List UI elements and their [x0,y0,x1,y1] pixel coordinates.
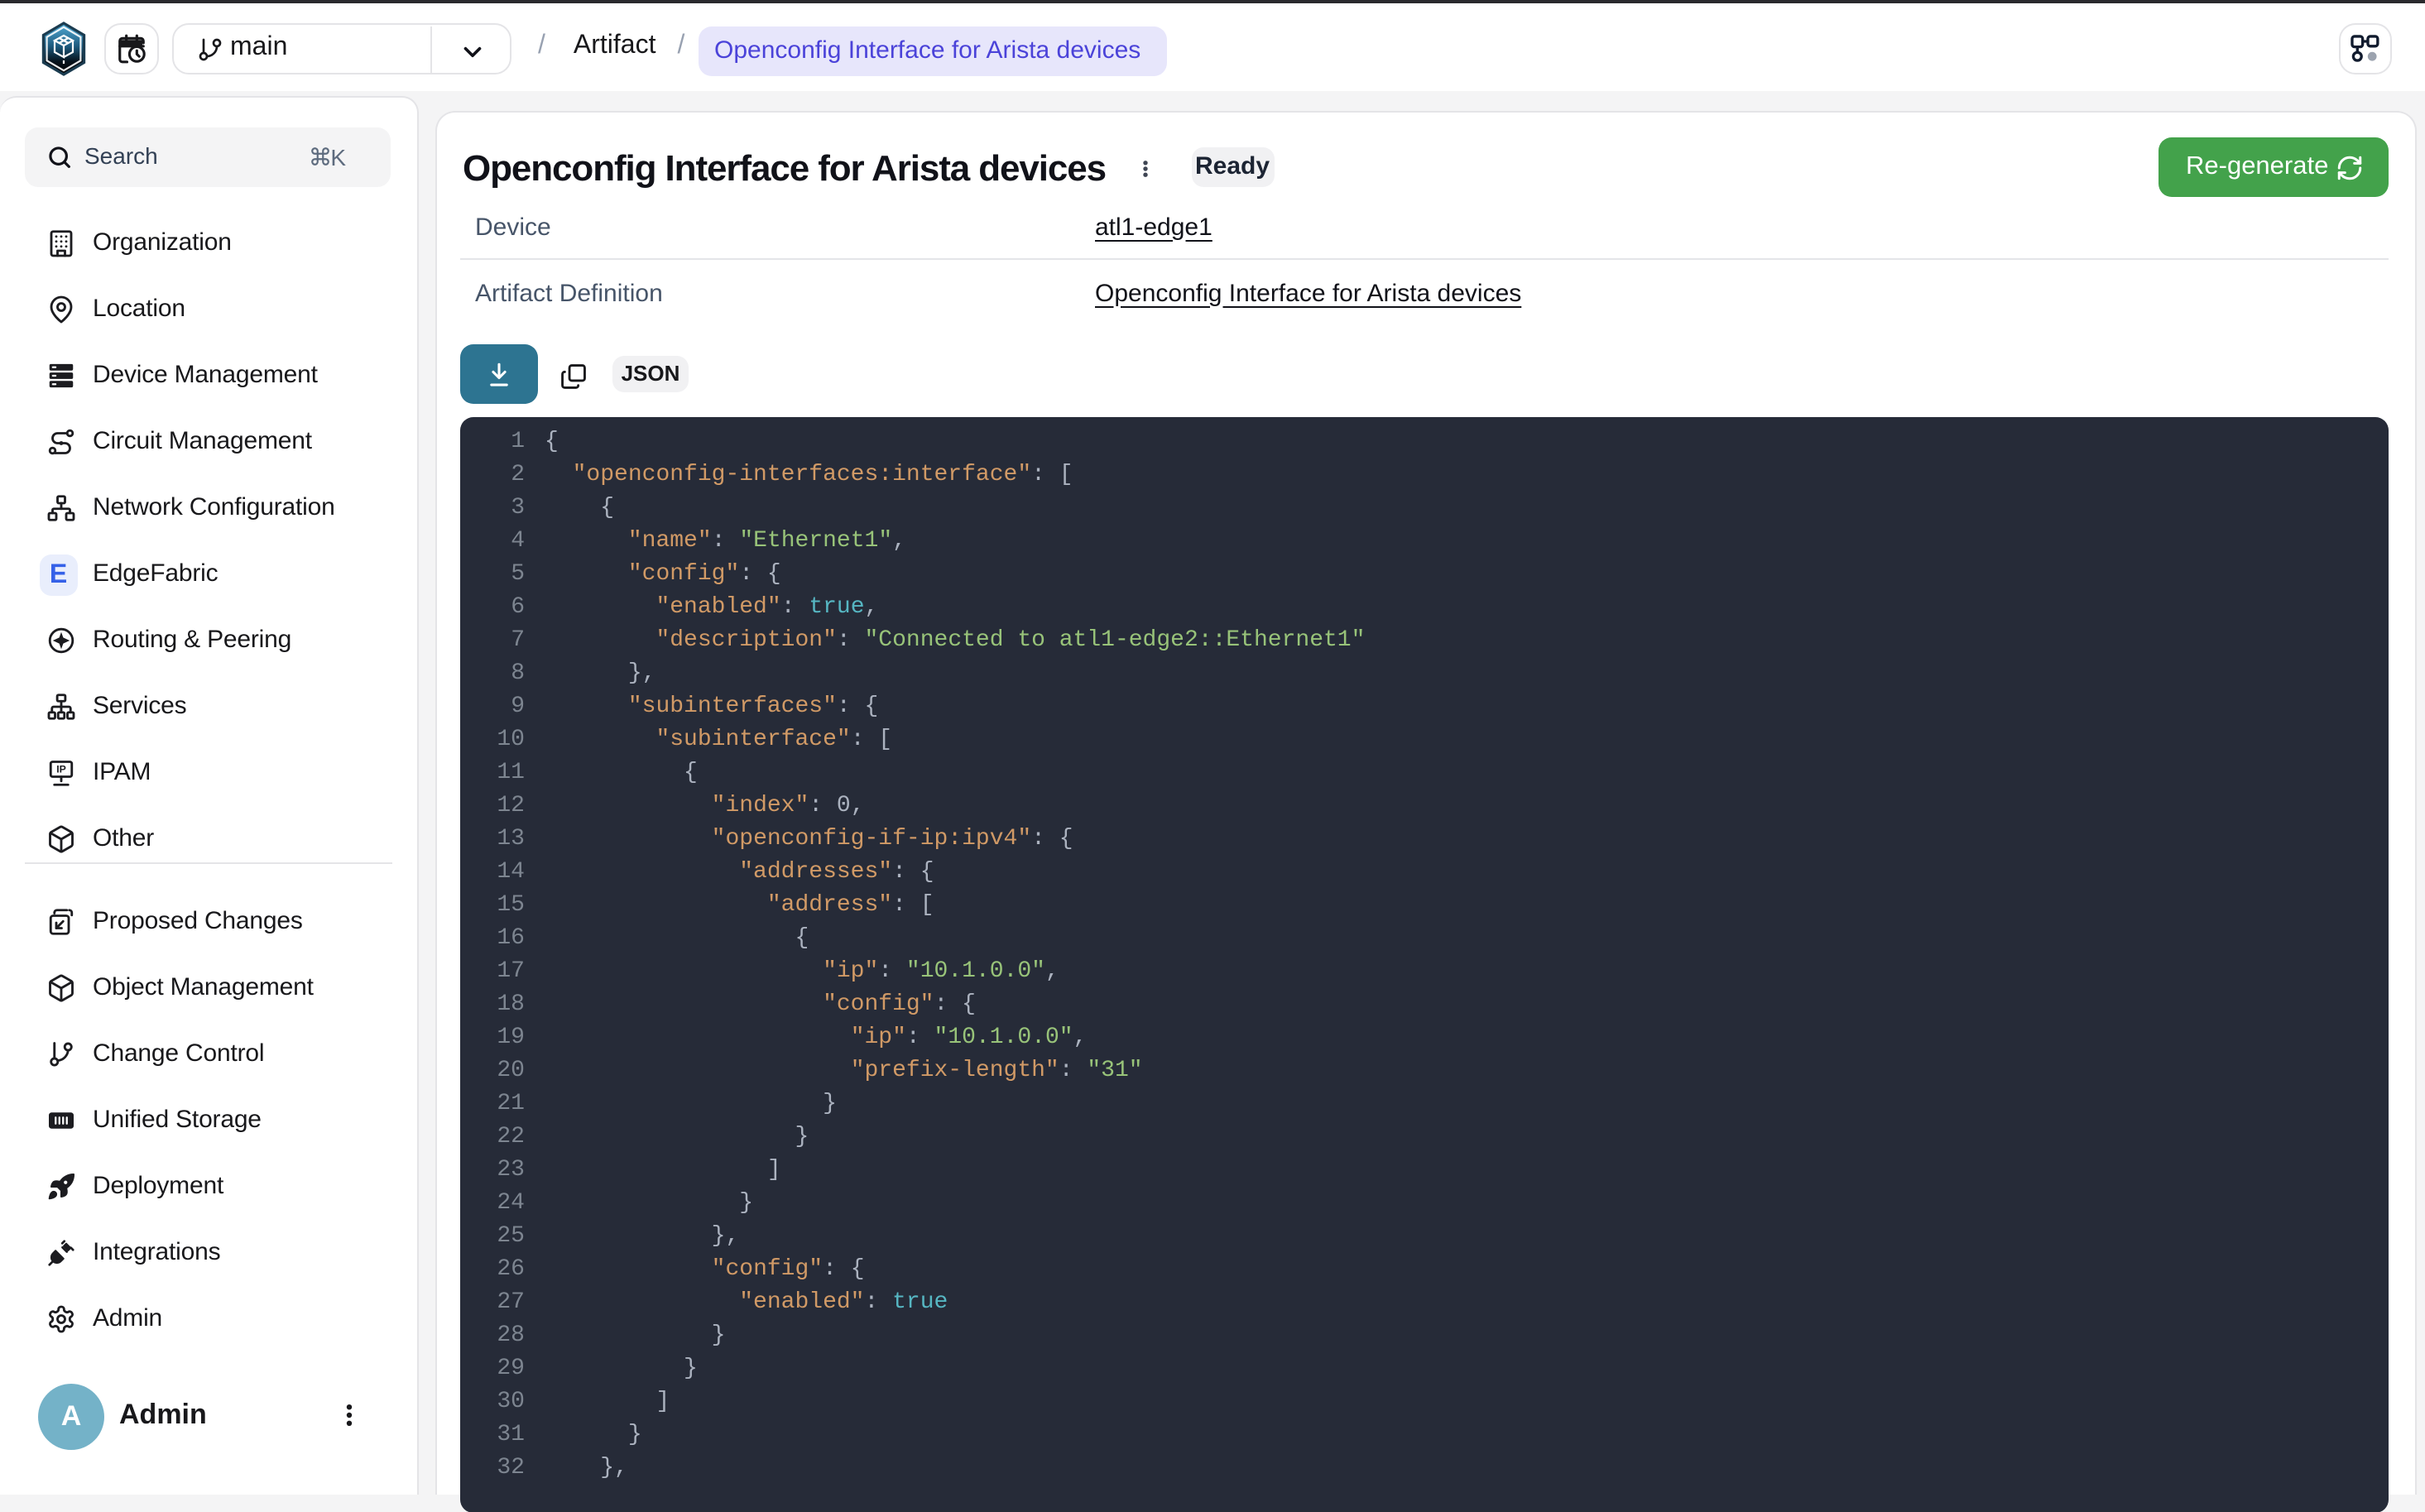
svg-text:IP: IP [56,763,66,775]
